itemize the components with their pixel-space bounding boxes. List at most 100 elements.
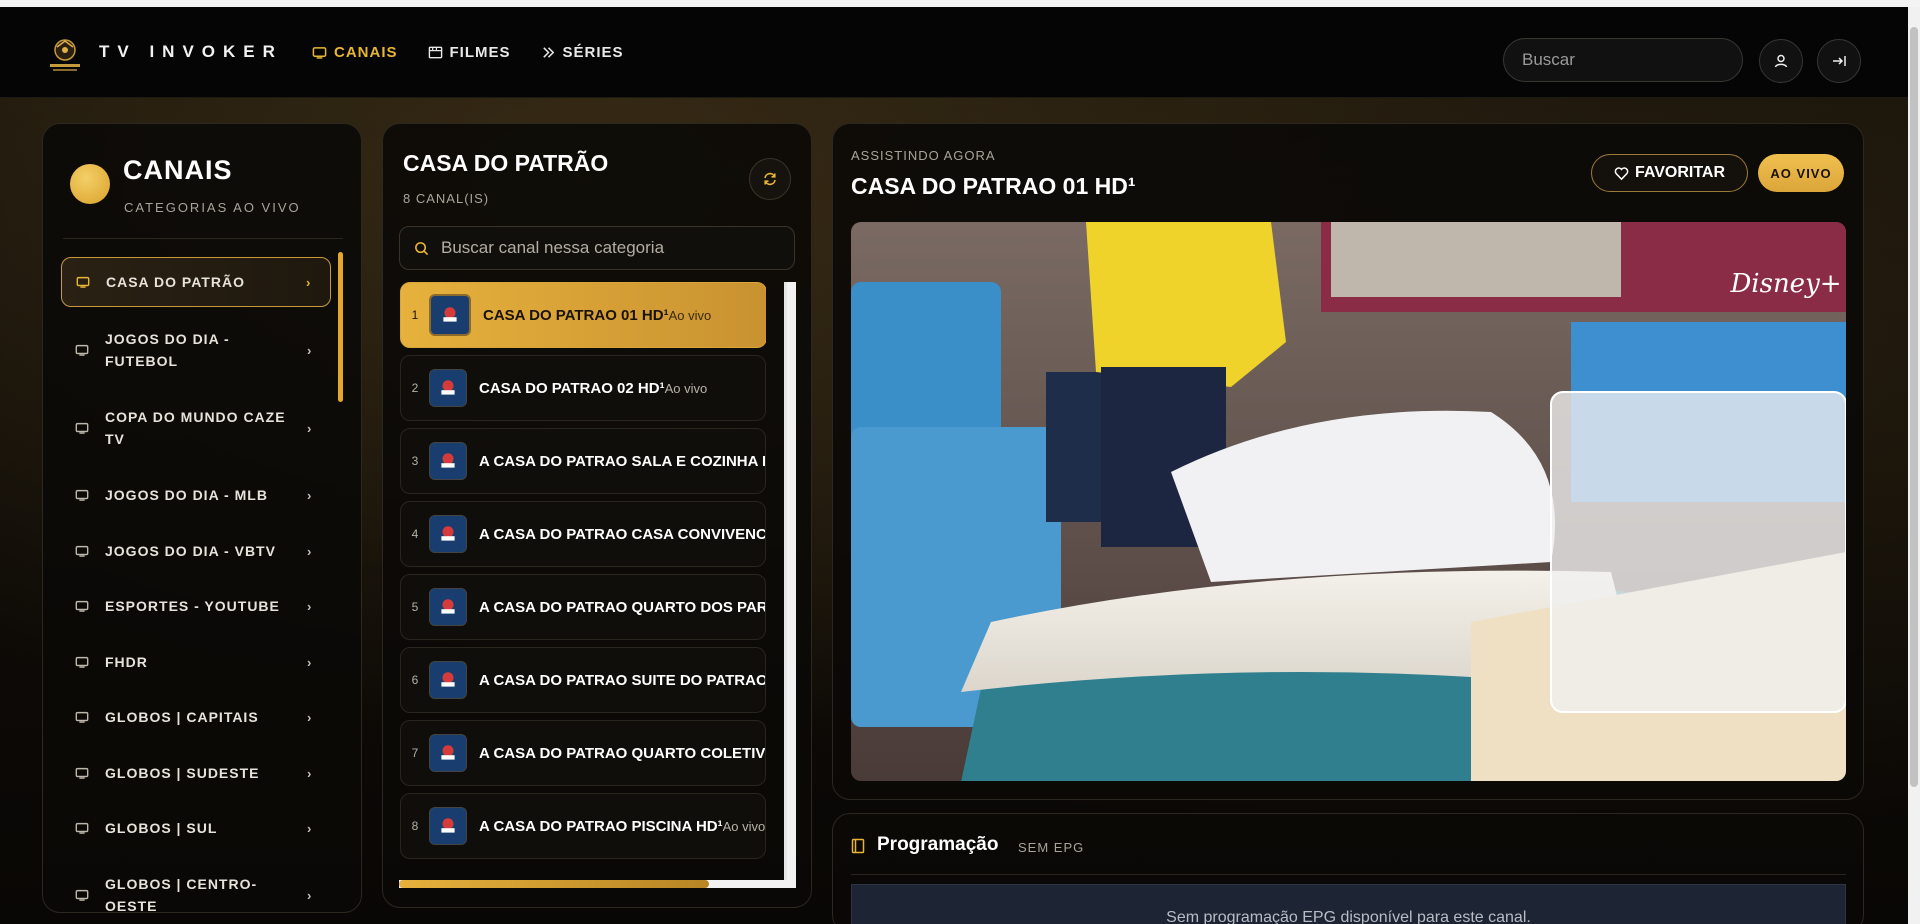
channel-title: A CASA DO PATRAO QUARTO DOS PARÇA	[479, 598, 766, 616]
category-item-jogos-futebol[interactable]: JOGOS DO DIA - FUTEBOL ›	[61, 315, 331, 385]
category-label: FHDR	[105, 654, 148, 670]
channel-title: CASA DO PATRAO 01 HD¹	[483, 306, 669, 324]
channel-logo-icon	[429, 661, 467, 699]
logout-button[interactable]	[1817, 39, 1861, 83]
category-item-copa-caze-tv[interactable]: COPA DO MUNDO CAZE TV ›	[61, 393, 331, 463]
channel-title: A CASA DO PATRAO CASA CONVIVENCIA	[479, 525, 766, 543]
category-item-globos-sul[interactable]: GLOBOS | SUL ›	[61, 804, 331, 852]
category-item-jogos-mlb[interactable]: JOGOS DO DIA - MLB ›	[61, 471, 331, 519]
tv-icon	[75, 545, 89, 557]
brand-logo-icon[interactable]	[44, 35, 86, 75]
channel-name: A CASA DO PATRAO PISCINA HD¹Ao vivo	[479, 818, 765, 835]
channel-number: 3	[411, 454, 419, 468]
nav-canais[interactable]: CANAIS	[312, 44, 398, 61]
header-search-input[interactable]	[1503, 38, 1743, 82]
channel-vertical-scrollbar[interactable]	[784, 282, 796, 886]
tv-icon	[75, 822, 89, 834]
channel-title: A CASA DO PATRAO PISCINA HD¹	[479, 817, 723, 835]
channel-logo-icon	[429, 807, 467, 845]
heart-icon	[1614, 166, 1629, 180]
channel-number: 8	[411, 819, 419, 833]
category-item-fhdr[interactable]: FHDR ›	[61, 638, 331, 686]
channel-logo-icon	[429, 369, 467, 407]
channel-name: CASA DO PATRAO 02 HD¹Ao vivo	[479, 380, 707, 397]
nav-filmes-label: FILMES	[449, 44, 511, 61]
channel-number: 6	[411, 673, 419, 687]
nav-filmes[interactable]: FILMES	[428, 44, 511, 61]
channel-list: 1 CASA DO PATRAO 01 HD¹Ao vivo 2 CASA DO…	[400, 282, 766, 882]
channel-title: CASA DO PATRAO 02 HD¹	[479, 379, 665, 397]
channel-search-input[interactable]	[441, 238, 781, 258]
nav-canais-label: CANAIS	[334, 44, 398, 61]
channel-search-field[interactable]	[399, 226, 795, 270]
main-nav: CANAIS FILMES SÉRIES	[312, 44, 624, 61]
channel-live-label: Ao vivo	[722, 818, 766, 834]
book-icon	[851, 838, 865, 854]
category-label: GLOBOS | SUL	[105, 820, 218, 836]
favorite-label: FAVORITAR	[1634, 164, 1726, 181]
channel-row[interactable]: 7 A CASA DO PATRAO QUARTO COLETIVO	[400, 720, 766, 786]
player-panel: ASSISTINDO AGORA CASA DO PATRAO 01 HD¹ F…	[832, 123, 1864, 800]
logout-icon	[1833, 56, 1846, 66]
nav-series[interactable]: SÉRIES	[541, 44, 624, 61]
chevron-right-icon: ›	[307, 820, 312, 836]
channels-panel: CASA DO PATRÃO 8 CANAL(IS) 1 CASA DO PAT…	[382, 123, 812, 908]
film-icon	[428, 46, 442, 59]
category-label: GLOBOS | SUDESTE	[105, 765, 260, 781]
category-item-casa-do-patrao[interactable]: CASA DO PATRÃO ›	[61, 257, 331, 307]
category-item-esportes-youtube[interactable]: ESPORTES - YOUTUBE ›	[61, 582, 331, 630]
categories-panel: CANAIS CATEGORIAS AO VIVO CASA DO PATRÃO…	[42, 123, 362, 913]
category-scrollbar[interactable]	[338, 252, 343, 402]
channel-live-label: Ao vivo	[664, 380, 708, 396]
epg-status: SEM EPG	[1018, 840, 1085, 855]
video-player[interactable]: Disney+	[851, 222, 1846, 781]
tv-icon	[76, 276, 90, 288]
channel-row[interactable]: 1 CASA DO PATRAO 01 HD¹Ao vivo	[400, 282, 766, 348]
channel-logo-icon	[429, 734, 467, 772]
categories-title: CANAIS	[123, 155, 233, 185]
category-item-globos-sudeste[interactable]: GLOBOS | SUDESTE ›	[61, 749, 331, 797]
channel-number: 5	[411, 600, 419, 614]
channel-logo-icon	[429, 588, 467, 626]
channel-row[interactable]: 5 A CASA DO PATRAO QUARTO DOS PARÇA	[400, 574, 766, 640]
chevron-right-icon: ›	[306, 274, 311, 290]
channel-name: A CASA DO PATRAO QUARTO COLETIVO	[479, 745, 765, 762]
page-scrollbar[interactable]	[1908, 7, 1920, 924]
profile-button[interactable]	[1759, 39, 1803, 83]
tv-icon	[75, 767, 89, 779]
channel-number: 1	[411, 308, 419, 322]
category-item-globos-centro-oeste[interactable]: GLOBOS | CENTRO-OESTE ›	[61, 860, 331, 912]
channel-row[interactable]: 3 A CASA DO PATRAO SALA E COZINHA HD	[400, 428, 766, 494]
channel-row[interactable]: 4 A CASA DO PATRAO CASA CONVIVENCIA	[400, 501, 766, 567]
channel-title: A CASA DO PATRAO SUITE DO PATRAO H	[479, 671, 766, 689]
channel-row[interactable]: 8 A CASA DO PATRAO PISCINA HD¹Ao vivo	[400, 793, 766, 859]
refresh-button[interactable]	[749, 158, 791, 200]
category-label: JOGOS DO DIA - MLB	[105, 487, 268, 503]
live-badge: AO VIVO	[1758, 154, 1844, 192]
channel-row[interactable]: 2 CASA DO PATRAO 02 HD¹Ao vivo	[400, 355, 766, 421]
epg-empty-message: Sem programação EPG disponível para este…	[851, 884, 1846, 924]
video-frame-image: Disney+	[851, 222, 1846, 781]
channel-row[interactable]: 6 A CASA DO PATRAO SUITE DO PATRAO H	[400, 647, 766, 713]
channel-number: 7	[411, 746, 419, 760]
channel-name: A CASA DO PATRAO SALA E COZINHA HD	[479, 453, 765, 470]
disney-plus-watermark: Disney+	[1729, 269, 1841, 299]
categories-divider	[63, 238, 343, 239]
category-item-globos-capitais[interactable]: GLOBOS | CAPITAIS ›	[61, 693, 331, 741]
brand-name[interactable]: TV INVOKER	[99, 42, 283, 62]
refresh-icon	[764, 172, 776, 186]
search-icon	[415, 241, 429, 255]
tv-icon	[75, 656, 89, 668]
channel-name: A CASA DO PATRAO QUARTO DOS PARÇA	[479, 598, 766, 616]
channel-horizontal-scrollbar[interactable]	[399, 880, 796, 888]
series-icon	[542, 47, 554, 58]
category-dot-icon	[70, 164, 110, 204]
top-header: TV INVOKER CANAIS FILMES SÉRIES	[0, 7, 1908, 98]
channel-live-label: Ao vivo	[668, 307, 712, 323]
watching-now-label: ASSISTINDO AGORA	[851, 148, 996, 163]
channels-count: 8 CANAL(IS)	[403, 191, 490, 206]
category-label: CASA DO PATRÃO	[106, 274, 245, 290]
channel-logo-icon	[429, 442, 467, 480]
favorite-button[interactable]: FAVORITAR	[1591, 154, 1748, 192]
category-item-jogos-vbtv[interactable]: JOGOS DO DIA - VBTV ›	[61, 527, 331, 575]
